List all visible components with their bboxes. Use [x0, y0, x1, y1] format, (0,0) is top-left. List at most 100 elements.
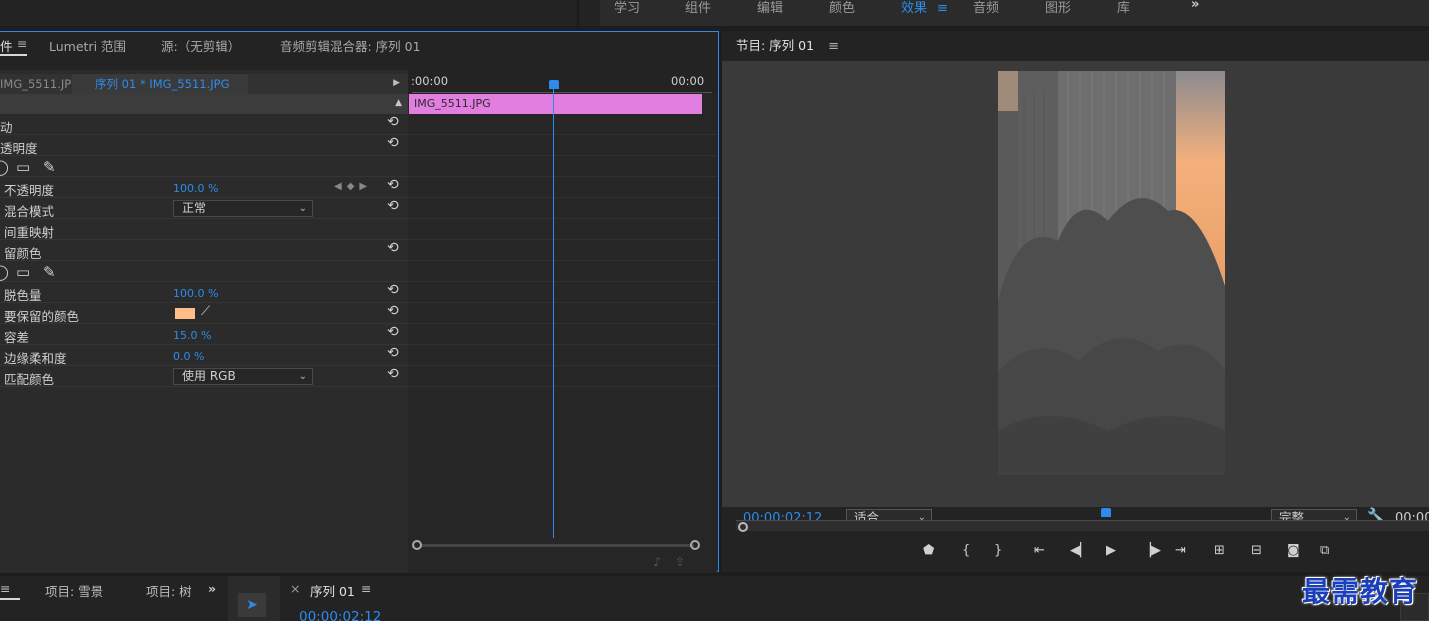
reset-icon[interactable]: ⟲	[387, 198, 399, 214]
step-back-icon[interactable]: ◀▏	[1070, 543, 1090, 558]
property-label: 不透明度	[4, 183, 55, 198]
program-zoom-bar[interactable]	[736, 521, 1429, 531]
go-to-out-icon[interactable]: ⇥	[1175, 543, 1186, 558]
opacity-value[interactable]: 100.0 %	[173, 182, 218, 195]
effect-row-time-remap[interactable]: 间重映射	[0, 219, 408, 240]
panel-overflow-icon[interactable]: »	[208, 581, 216, 596]
add-marker-icon[interactable]: ⬟	[923, 543, 934, 558]
tab-project-tree[interactable]: 项目: 树	[146, 581, 192, 600]
workspace-tab-learn[interactable]: 学习	[614, 0, 640, 17]
scrollbar-right-handle[interactable]	[690, 540, 700, 550]
tolerance-value[interactable]: 15.0 %	[173, 329, 211, 342]
chevron-down-icon: ⌄	[298, 371, 307, 382]
effect-label: 留颜色	[4, 246, 42, 261]
color-swatch[interactable]	[175, 308, 195, 319]
property-row-color-to-leave: 要保留的颜色 ⟋ ⟲	[0, 303, 408, 324]
tab-lumetri-scopes[interactable]: Lumetri 范围	[49, 36, 126, 55]
effect-row-leave-color[interactable]: 留颜色 ⟲	[0, 240, 408, 261]
reset-icon[interactable]: ⟲	[387, 282, 399, 298]
eyedropper-icon[interactable]: ⟋	[201, 304, 210, 319]
panel-menu-icon[interactable]: ≡	[828, 39, 839, 54]
workspace-overflow-icon[interactable]: »	[1191, 0, 1199, 17]
reset-icon[interactable]: ⟲	[387, 240, 399, 256]
workspace-tab-libraries[interactable]: 库	[1117, 0, 1130, 17]
ellipse-mask-icon[interactable]: ◯	[0, 158, 9, 176]
tab-project-snow[interactable]: 项目: 雪景	[45, 581, 103, 600]
play-icon[interactable]: ▶	[1106, 543, 1116, 558]
panel-menu-icon[interactable]: ≡	[0, 581, 10, 596]
timeline-zoom-scrollbar[interactable]	[412, 540, 702, 550]
workspace-tab-editing[interactable]: 编辑	[757, 0, 783, 17]
program-monitor-title[interactable]: 节目: 序列 01 ≡	[736, 35, 839, 54]
timeline-ruler[interactable]: :00:00 00:00	[408, 70, 717, 94]
tab-audio-clip-mixer[interactable]: 音频剪辑混合器: 序列 01	[280, 36, 421, 55]
tools-panel: ➤	[228, 576, 280, 621]
timeline-start-time: :00:00	[411, 74, 449, 88]
timeline-footer-icons: ♪⇪	[653, 555, 699, 569]
collapse-triangle-icon[interactable]: ▲	[395, 98, 402, 108]
close-icon[interactable]: ×	[290, 581, 300, 596]
tab-effect-controls[interactable]: 件	[0, 36, 13, 55]
workspace-tab-graphics[interactable]: 图形	[1045, 0, 1071, 17]
panel-menu-icon[interactable]: ≡	[17, 36, 27, 51]
reset-icon[interactable]: ⟲	[387, 366, 399, 382]
panel-menu-icon[interactable]: ≡	[361, 581, 371, 596]
playhead-line	[553, 88, 554, 538]
program-playhead[interactable]	[1101, 508, 1111, 517]
scrollbar-left-handle[interactable]	[412, 540, 422, 550]
workspace-tab-audio[interactable]: 音频	[973, 0, 999, 17]
timeline-clip[interactable]: IMG_5511.JPG	[409, 94, 702, 114]
workspace-menu-icon[interactable]: ≡	[937, 1, 948, 16]
active-tab-indicator	[0, 54, 27, 56]
tab-source[interactable]: 源:（无剪辑）	[161, 36, 240, 55]
workspace-tab-assembly[interactable]: 组件	[685, 0, 711, 17]
program-monitor-title-label: 节目: 序列 01	[736, 38, 815, 53]
extract-icon[interactable]: ⊟	[1251, 543, 1262, 558]
compare-view-icon[interactable]: ⧉	[1320, 543, 1329, 558]
property-row-tolerance: 容差 15.0 % ⟲	[0, 324, 408, 345]
keyframe-navigator-icon[interactable]: ◀◆▶	[334, 181, 372, 192]
reset-icon[interactable]: ⟲	[387, 345, 399, 361]
play-only-clip-icon[interactable]: ▶	[393, 78, 400, 88]
workspace-tab-color[interactable]: 颜色	[829, 0, 855, 17]
mark-in-icon[interactable]: {	[962, 543, 970, 558]
ellipse-mask-icon[interactable]: ◯	[0, 263, 9, 281]
lift-icon[interactable]: ⊞	[1214, 543, 1225, 558]
selection-tool-icon[interactable]: ➤	[238, 593, 266, 617]
effect-row-motion[interactable]: 动 ⟲	[0, 114, 408, 135]
reset-icon[interactable]: ⟲	[387, 177, 399, 193]
edge-softness-value[interactable]: 0.0 %	[173, 350, 204, 363]
reset-icon[interactable]: ⟲	[387, 324, 399, 340]
pen-mask-icon[interactable]: ✎	[43, 158, 56, 176]
amount-value[interactable]: 100.0 %	[173, 287, 218, 300]
program-viewer[interactable]: 00:00:02:12 适合 ⌄ 完整 ⌄ 🔧 00:00	[722, 61, 1429, 527]
clip-sequence-name[interactable]: 序列 01 * IMG_5511.JPG	[72, 74, 248, 94]
match-colors-dropdown[interactable]: 使用 RGB ⌄	[173, 368, 313, 385]
effect-controls-tabs: 件 ≡ Lumetri 范围 源:（无剪辑） 音频剪辑混合器: 序列 01	[0, 32, 717, 70]
reset-icon[interactable]: ⟲	[387, 114, 399, 130]
pen-mask-icon[interactable]: ✎	[43, 263, 56, 281]
effect-row-opacity[interactable]: 透明度 ⟲	[0, 135, 408, 156]
step-forward-icon[interactable]: ▕▶	[1141, 543, 1161, 558]
video-effects-section[interactable]: ▲	[0, 94, 408, 114]
workspace-tab-effects[interactable]: 效果 ≡	[901, 0, 948, 17]
blend-mode-dropdown[interactable]: 正常 ⌄	[173, 200, 313, 217]
clip-source-name[interactable]: IMG_5511.JPG	[0, 74, 72, 94]
mask-tools-row: ◯ ▭ ✎	[0, 261, 408, 282]
tab-sequence-01[interactable]: 序列 01	[310, 581, 355, 600]
reset-icon[interactable]: ⟲	[387, 303, 399, 319]
go-to-in-icon[interactable]: ⇤	[1034, 543, 1045, 558]
export-icon[interactable]: ⇪	[675, 555, 699, 569]
program-zoom-handle[interactable]	[738, 522, 748, 532]
program-time-ruler[interactable]	[736, 509, 1429, 521]
chevron-down-icon: ⌄	[298, 203, 307, 214]
playhead-handle[interactable]	[549, 80, 559, 89]
sequence-timecode[interactable]: 00:00:02:12	[299, 609, 381, 621]
mark-out-icon[interactable]: }	[994, 543, 1002, 558]
rectangle-mask-icon[interactable]: ▭	[16, 158, 30, 176]
effect-label: 透明度	[0, 141, 38, 156]
rectangle-mask-icon[interactable]: ▭	[16, 263, 30, 281]
audio-icon[interactable]: ♪	[653, 555, 675, 569]
reset-icon[interactable]: ⟲	[387, 135, 399, 151]
export-frame-icon[interactable]: ◙	[1287, 543, 1300, 558]
